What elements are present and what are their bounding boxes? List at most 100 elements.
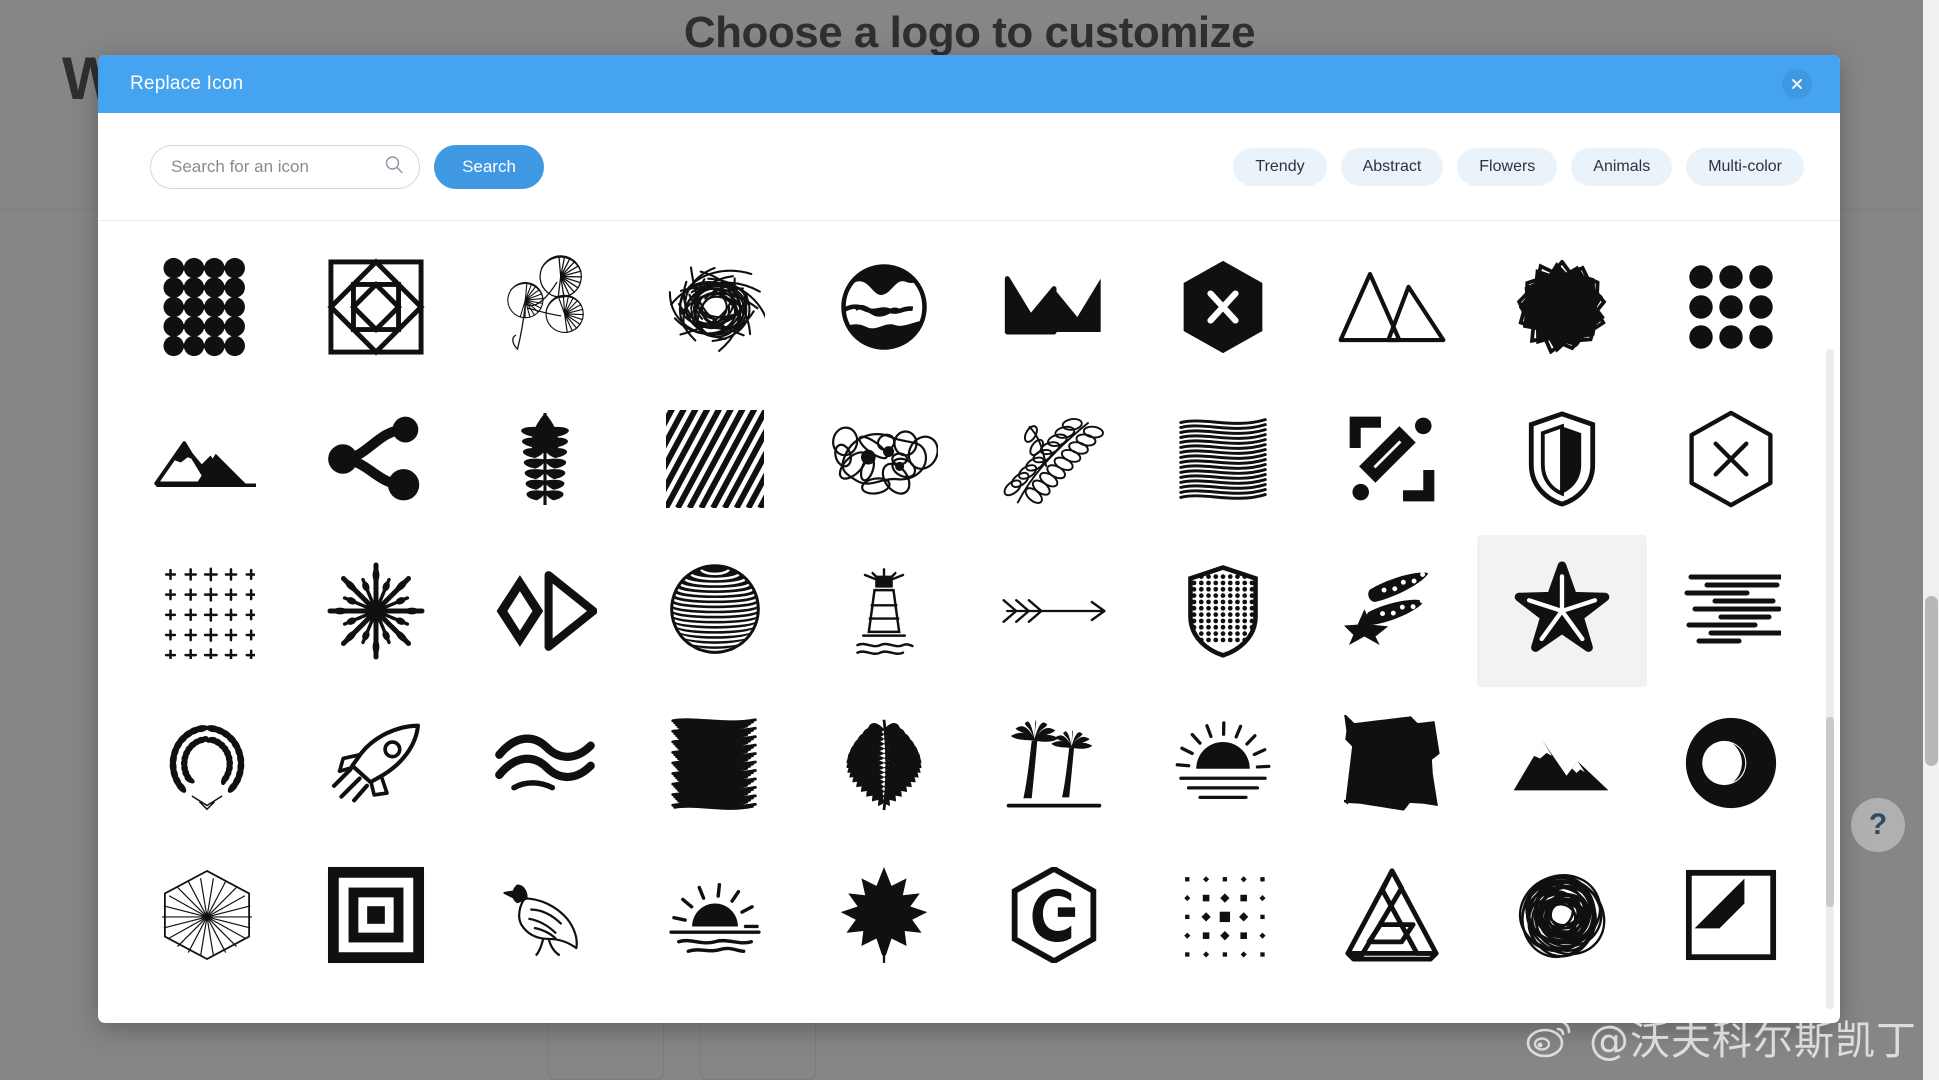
- icon-cell-nautical-star[interactable]: [1477, 535, 1647, 687]
- icon-cell-shield-split[interactable]: [1477, 383, 1646, 535]
- icon-cell-maple-leaf[interactable]: [800, 839, 969, 991]
- icon-cell-laurel-wreath[interactable]: [122, 687, 291, 839]
- icon-cell-nested-square-diamond[interactable]: [291, 231, 460, 383]
- globe-landscape-circle-icon: [839, 262, 929, 352]
- icon-cell-wave-swoosh[interactable]: [461, 687, 630, 839]
- icon-cell-scribble-square[interactable]: [630, 687, 799, 839]
- icon-cell-hexagon-x[interactable]: [1138, 231, 1307, 383]
- lighthouse-icon: [848, 561, 920, 661]
- chip-trendy[interactable]: Trendy: [1233, 147, 1327, 186]
- palm-frond-icon: [837, 713, 931, 813]
- sunrise-rays-icon: [1173, 719, 1273, 807]
- icon-cell-hexagon-starburst[interactable]: [122, 839, 291, 991]
- icon-cell-mountain-range[interactable]: [122, 383, 291, 535]
- icon-grid-scroll-area: [98, 221, 1840, 1023]
- icon-cell-dotted-shield[interactable]: [1138, 535, 1307, 687]
- icon-cell-diagonal-stripes-square[interactable]: [630, 383, 799, 535]
- nine-dot-grid-icon: [1686, 262, 1776, 352]
- close-icon[interactable]: [1782, 69, 1812, 99]
- icon-cell-double-chevron-diamond[interactable]: [461, 535, 630, 687]
- penrose-triangle-icon: [1342, 867, 1442, 963]
- icon-cell-bracket-corners[interactable]: [1308, 383, 1477, 535]
- chip-multi-color[interactable]: Multi-color: [1686, 147, 1804, 186]
- icon-cell-lighthouse[interactable]: [800, 535, 969, 687]
- shooting-star-icon: [1340, 563, 1444, 659]
- icon-cell-rough-filled-square[interactable]: [1308, 687, 1477, 839]
- icon-cell-rocket[interactable]: [291, 687, 460, 839]
- icon-cell-starburst-flower[interactable]: [291, 535, 460, 687]
- icon-cell-hexagon-c-monogram[interactable]: [969, 839, 1138, 991]
- icon-cell-mountain-peaks[interactable]: [1477, 687, 1646, 839]
- icon-cell-hexagon-outline-x[interactable]: [1647, 383, 1816, 535]
- icon-cell-nine-dot-grid[interactable]: [1647, 231, 1816, 383]
- nested-square-diamond-icon: [327, 258, 425, 356]
- icon-cell-concentric-squares[interactable]: [291, 839, 460, 991]
- square-dot-matrix-icon: [1176, 868, 1270, 962]
- icon-cell-molecule-nodes[interactable]: [291, 383, 460, 535]
- icon-cell-sunrise-rays[interactable]: [1138, 687, 1307, 839]
- icon-cell-fern-branch[interactable]: [461, 231, 630, 383]
- maple-leaf-icon: [837, 865, 931, 965]
- scribble-square-icon: [667, 715, 763, 811]
- icon-cell-circle-crescent[interactable]: [1647, 687, 1816, 839]
- modal-header: Replace Icon: [98, 55, 1840, 113]
- chip-abstract[interactable]: Abstract: [1340, 147, 1444, 186]
- scribble-circle-icon: [1515, 868, 1609, 962]
- icon-cell-square-diagonal-fold[interactable]: [1647, 839, 1816, 991]
- icon-cell-globe-landscape-circle[interactable]: [800, 231, 969, 383]
- double-chevron-diamond-icon: [493, 571, 598, 651]
- hexagon-x-icon: [1178, 259, 1268, 355]
- icon-cell-wax-seal-blob[interactable]: [1477, 231, 1646, 383]
- icon-cell-sunset-water[interactable]: [630, 839, 799, 991]
- page-scrollbar-thumb[interactable]: [1925, 596, 1938, 766]
- circle-crescent-icon: [1683, 715, 1779, 811]
- icon-cell-striped-sphere[interactable]: [630, 535, 799, 687]
- chip-animals[interactable]: Animals: [1571, 147, 1673, 186]
- icon-cell-double-triangle-mountain[interactable]: [1308, 231, 1477, 383]
- icon-cell-leaf-frond[interactable]: [461, 383, 630, 535]
- crown-icon: [1004, 272, 1104, 342]
- triple-arrow-right-icon: [1000, 589, 1108, 633]
- icon-cell-speed-lines[interactable]: [1647, 535, 1816, 687]
- icon-cell-scribble-lines[interactable]: [1138, 383, 1307, 535]
- icon-cell-triple-arrow-right[interactable]: [969, 535, 1138, 687]
- modal-scrollbar-track[interactable]: [1826, 349, 1834, 1009]
- modal-title: Replace Icon: [130, 73, 244, 94]
- laurel-wreath-icon: [159, 713, 255, 813]
- molecule-nodes-icon: [326, 413, 426, 505]
- rough-filled-square-icon: [1344, 715, 1441, 811]
- scribble-blob-icon: [665, 257, 765, 357]
- icon-cell-polka-dot-pattern[interactable]: [122, 231, 291, 383]
- icon-cell-eagle[interactable]: [461, 839, 630, 991]
- leaf-frond-icon: [499, 409, 591, 509]
- wax-seal-blob-icon: [1515, 260, 1609, 354]
- search-input[interactable]: [150, 144, 420, 189]
- icon-cell-plus-dot-grid[interactable]: [122, 535, 291, 687]
- search-button[interactable]: Search: [434, 144, 544, 189]
- icon-cell-palm-trees[interactable]: [969, 687, 1138, 839]
- dotted-shield-icon: [1185, 561, 1261, 661]
- search-field-wrapper: [150, 144, 420, 189]
- striped-sphere-icon: [667, 563, 763, 659]
- plus-dot-grid-icon: [159, 563, 255, 659]
- hexagon-outline-x-icon: [1685, 410, 1777, 508]
- help-button[interactable]: ?: [1851, 798, 1905, 852]
- icon-cell-crown[interactable]: [969, 231, 1138, 383]
- icon-cell-scribble-circle[interactable]: [1477, 839, 1646, 991]
- diagonal-stripes-square-icon: [665, 410, 764, 508]
- rocket-icon: [330, 722, 422, 804]
- icon-cell-palm-frond[interactable]: [800, 687, 969, 839]
- hexagon-c-monogram-icon: [1009, 867, 1099, 963]
- modal-scrollbar-thumb[interactable]: [1826, 717, 1834, 907]
- eagle-icon: [499, 870, 591, 960]
- wave-swoosh-icon: [493, 731, 597, 795]
- icon-cell-liquid-splash[interactable]: [800, 383, 969, 535]
- icon-cell-shooting-star[interactable]: [1308, 535, 1477, 687]
- page-scrollbar-track[interactable]: [1923, 0, 1939, 1080]
- icon-cell-olive-branch[interactable]: [969, 383, 1138, 535]
- icon-cell-square-dot-matrix[interactable]: [1138, 839, 1307, 991]
- square-diagonal-fold-icon: [1685, 869, 1777, 961]
- chip-flowers[interactable]: Flowers: [1457, 147, 1558, 186]
- icon-cell-scribble-blob[interactable]: [630, 231, 799, 383]
- icon-cell-penrose-triangle[interactable]: [1308, 839, 1477, 991]
